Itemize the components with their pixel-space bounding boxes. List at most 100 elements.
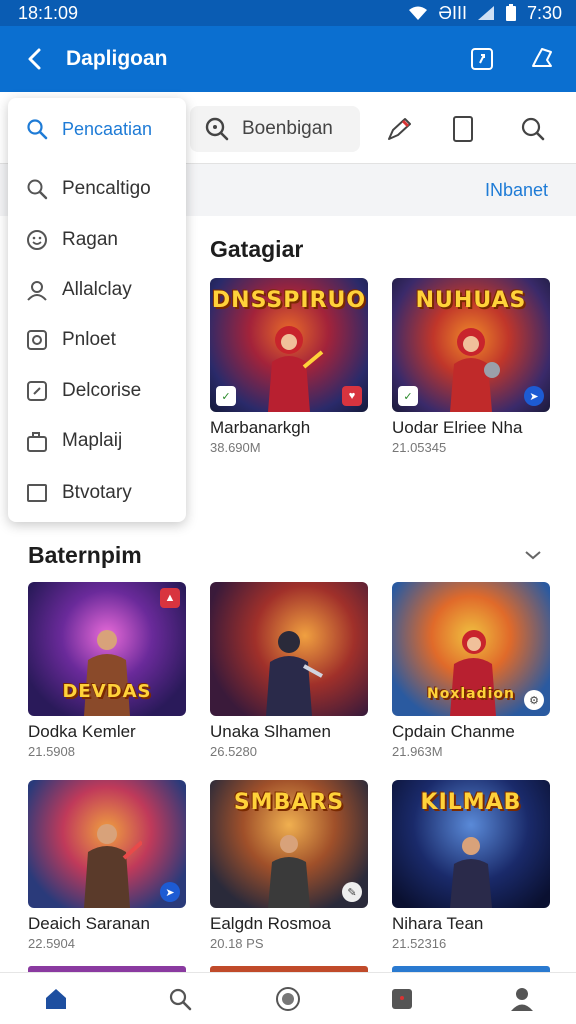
edit-box-icon [26,380,48,402]
square-circle-icon [26,329,48,351]
game-name: Nihara Tean [392,914,484,933]
dropdown-item-label: Ragan [62,229,118,250]
search-icon[interactable] [166,985,194,1013]
hero-art [84,824,142,908]
game-card[interactable]: SMBARS ✎ Ealgdn Rosmoa 20.18 PS [210,780,368,951]
dropdown-item-label: Allalclay [62,279,132,300]
app-bar: Dapligoan [0,26,576,92]
home-icon[interactable] [42,985,70,1013]
hero-art [450,328,500,412]
game-thumbnail: KILMAB [392,780,550,908]
dropdown-item[interactable]: Pencaltigo [26,178,151,200]
bottom-nav [0,972,576,1024]
share-icon[interactable] [526,43,558,75]
dropdown-item-label: Pencaltigo [62,178,151,199]
checkbox-icon [26,482,48,504]
game-name: Marbanarkgh [210,418,311,437]
game-card[interactable]: DEVDAS ▲ Dodka Kemler 21.5908 [28,582,186,759]
hero-art [268,835,310,908]
game-card[interactable]: DNSSPIRUO ✓ ♥ Marbanarkgh 38.690M [210,278,368,455]
dropdown-item[interactable]: Btvotary [26,482,132,504]
profile-icon[interactable] [508,985,536,1013]
dropdown-item[interactable]: Pnloet [26,329,116,351]
game-meta: 20.18 PS [210,936,264,951]
dropdown-item-label: Pnloet [62,329,116,350]
game-thumbnail: DNSSPIRUO ✓ ♥ [210,278,368,412]
search-placeholder: Boenbigan [242,118,333,139]
game-logo: NUHUAS [415,288,527,313]
verified-icon: ✓ [216,386,236,406]
search-icon [26,178,48,200]
game-name: Cpdain Chanme [392,722,515,741]
wifi-icon [408,5,428,21]
hero-art [268,326,324,412]
game-card[interactable]: Noxladion ⚙ Cpdain Chanme 21.963M [392,582,550,759]
game-thumbnail: SMBARS ✎ [210,780,368,908]
game-meta: 26.5280 [210,744,257,759]
heart-icon: ♥ [342,386,362,406]
game-meta: 38.690M [210,440,261,455]
search-icon[interactable] [518,114,548,144]
flag-icon: ▲ [160,588,180,608]
dropdown-menu: Pencaatian Pencaltigo Ragan Allalclay Pn… [8,98,186,522]
dropdown-item-search[interactable]: Pencaatian [26,118,152,140]
game-name: Deaich Saranan [28,914,150,933]
compass-icon[interactable] [274,985,302,1013]
game-meta: 21.5908 [28,744,75,759]
bookmark-icon[interactable] [388,985,416,1013]
dropdown-item-label: Pencaatian [62,118,153,139]
game-name: Ealgdn Rosmoa [210,914,331,933]
game-logo: DEVDAS [62,681,152,702]
status-bar: 18:1:09 ƏIII 7:30 [0,0,576,26]
game-name: Unaka Slhamen [210,722,331,741]
dropdown-item-label: Delcorise [62,380,142,401]
dropdown-item-label: Maplaij [62,430,123,451]
game-thumbnail [210,582,368,716]
status-time: 18:1:09 [18,2,79,23]
section-title-2: Baternpim [28,542,142,568]
dropdown-item[interactable]: Ragan [26,229,118,251]
bag-icon [26,430,48,452]
send-icon: ➤ [524,386,544,406]
game-thumbnail: ➤ [28,780,186,908]
game-thumbnail: DEVDAS ▲ [28,582,186,716]
status-icons: ƏIII 7:30 [408,3,562,24]
carrier-label: ƏIII [438,2,467,23]
game-meta: 21.05345 [392,440,447,455]
game-meta: 21.963M [392,744,443,759]
section-title-1: Gatagiar [210,236,304,262]
dropdown-item[interactable]: Delcorise [26,380,141,402]
edit-icon: ✎ [342,882,362,902]
people-icon [26,279,48,301]
back-arrow-icon[interactable] [18,42,52,76]
dropdown-item[interactable]: Allalclay [26,279,132,301]
dropdown-item[interactable]: Maplaij [26,430,122,452]
open-external-icon[interactable] [466,43,498,75]
tablet-icon[interactable] [448,114,478,144]
app-bar-actions [466,43,558,75]
game-card[interactable]: ➤ Deaich Saranan 22.5904 [28,780,186,951]
emoji-icon [26,229,48,251]
chevron-down-icon[interactable] [524,548,542,566]
search-icon [26,118,48,140]
game-thumbnail: NUHUAS ✓ ➤ [392,278,550,412]
settings-icon: ⚙ [524,690,544,710]
hero-art [450,837,492,908]
dropdown-item-label: Btvotary [62,482,132,503]
pen-icon[interactable] [384,114,414,144]
search-icon [205,117,229,141]
game-logo: DNSSPIRUO [211,288,367,313]
status-time-right: 7:30 [526,2,562,23]
internet-link[interactable]: INbanet [485,180,548,201]
page-title: Dapligoan [66,47,168,70]
search-input[interactable]: Boenbigan [190,106,360,152]
game-card[interactable]: Unaka Slhamen 26.5280 [210,582,368,759]
game-name: Uodar Elriee Nha [392,418,523,437]
game-meta: 21.52316 [392,936,447,951]
game-card[interactable]: NUHUAS ✓ ➤ Uodar Elriee Nha 21.05345 [392,278,550,455]
battery-icon [505,4,517,22]
game-card[interactable]: KILMAB Nihara Tean 21.52316 [392,780,550,951]
signal-icon [477,5,495,21]
hero-art [266,631,323,716]
verified-icon: ✓ [398,386,418,406]
